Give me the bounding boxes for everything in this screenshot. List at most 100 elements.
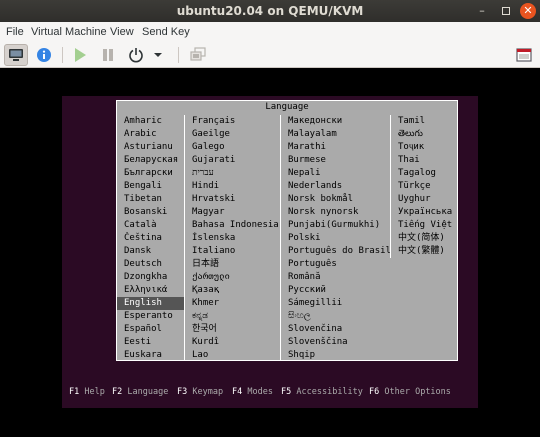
fullscreen-button[interactable] — [512, 44, 536, 66]
language-option[interactable]: Norsk nynorsk — [281, 206, 390, 219]
language-option[interactable]: Norsk bokmål — [281, 193, 390, 206]
language-option[interactable]: Magyar — [185, 206, 280, 219]
language-option[interactable]: Tibetan — [117, 193, 184, 206]
snapshot-button[interactable] — [186, 44, 210, 66]
language-option[interactable]: Bosanski — [117, 206, 184, 219]
language-option[interactable]: Türkçe — [391, 180, 457, 193]
language-option[interactable]: Беларуская — [117, 154, 184, 167]
language-option[interactable]: Nederlands — [281, 180, 390, 193]
language-option[interactable]: Nepali — [281, 167, 390, 180]
fkey-modes[interactable]: F4 Modes — [232, 385, 273, 399]
language-option[interactable]: తెలుగు — [391, 128, 457, 141]
language-option[interactable]: Hrvatski — [185, 193, 280, 206]
language-option[interactable]: Hindi — [185, 180, 280, 193]
language-option[interactable]: Български — [117, 167, 184, 180]
language-option[interactable]: Gaeilge — [185, 128, 280, 141]
language-option[interactable]: Français — [185, 115, 280, 128]
language-option[interactable]: Bahasa Indonesia — [185, 219, 280, 232]
pause-button[interactable] — [96, 44, 120, 66]
language-option[interactable]: Deutsch — [117, 258, 184, 271]
minimize-button[interactable]: – — [474, 3, 490, 19]
fkey-language[interactable]: F2 Language — [112, 385, 168, 399]
monitor-icon — [9, 49, 23, 61]
language-option[interactable]: Euskara — [117, 349, 184, 360]
run-button[interactable] — [68, 44, 92, 66]
fkey-accessibility[interactable]: F5 Accessibility — [281, 385, 363, 399]
language-option[interactable]: Khmer — [185, 297, 280, 310]
maximize-button[interactable] — [498, 3, 514, 19]
language-option[interactable]: 한국어 — [185, 323, 280, 336]
language-option[interactable]: Burmese — [281, 154, 390, 167]
language-option[interactable]: Gujarati — [185, 154, 280, 167]
language-option[interactable]: Тоҷик — [391, 141, 457, 154]
power-icon — [129, 48, 143, 63]
language-option[interactable]: Українська — [391, 206, 457, 219]
language-option[interactable]: Polski — [281, 232, 390, 245]
language-option[interactable]: Malayalam — [281, 128, 390, 141]
language-option[interactable]: Português — [281, 258, 390, 271]
language-option[interactable]: Punjabi(Gurmukhi) — [281, 219, 390, 232]
details-button[interactable] — [32, 44, 56, 66]
language-option[interactable]: Қазақ — [185, 284, 280, 297]
language-option[interactable]: Amharic — [117, 115, 184, 128]
language-option[interactable]: Русский — [281, 284, 390, 297]
language-option[interactable]: Shqip — [281, 349, 390, 360]
language-option[interactable]: Íslenska — [185, 232, 280, 245]
language-option[interactable]: Galego — [185, 141, 280, 154]
language-option[interactable]: Bengali — [117, 180, 184, 193]
language-option[interactable]: Marathi — [281, 141, 390, 154]
window-titlebar[interactable]: ubuntu20.04 on QEMU/KVM – ✕ — [0, 0, 540, 22]
language-option[interactable]: Ελληνικά — [117, 284, 184, 297]
dropdown-arrow-icon — [154, 53, 162, 57]
language-option[interactable]: Čeština — [117, 232, 184, 245]
language-option[interactable]: Slovenčina — [281, 323, 390, 336]
language-option[interactable]: Kurdî — [185, 336, 280, 349]
language-option[interactable]: සිංහල — [281, 310, 390, 323]
vm-display[interactable]: Language Amharic Arabic Asturianu Беларуска… — [0, 68, 540, 437]
language-option[interactable]: Español — [117, 323, 184, 336]
fkey-keymap[interactable]: F3 Keymap — [177, 385, 223, 399]
fkey-other-options[interactable]: F6 Other Options — [369, 385, 451, 399]
shutdown-menu-button[interactable] — [150, 44, 166, 66]
console-view-button[interactable] — [4, 44, 28, 66]
language-option[interactable]: Tamil — [391, 115, 457, 128]
info-icon — [37, 48, 51, 62]
language-option[interactable]: Lao — [185, 349, 280, 360]
toolbar-separator — [62, 47, 63, 63]
fkey-help[interactable]: F1 Help — [69, 385, 105, 399]
menu-send-key[interactable]: Send Key — [142, 26, 190, 38]
language-option[interactable]: Македонски — [281, 115, 390, 128]
language-option[interactable]: Dansk — [117, 245, 184, 258]
language-option[interactable]: 中文(繁體) — [391, 245, 457, 258]
language-option[interactable]: 中文(简体) — [391, 232, 457, 245]
language-option[interactable]: 日本語 — [185, 258, 280, 271]
language-option[interactable]: עברית — [185, 167, 280, 180]
language-option[interactable]: Eesti — [117, 336, 184, 349]
language-option[interactable]: English — [117, 297, 184, 310]
menu-virtual-machine[interactable]: Virtual Machine — [31, 26, 107, 38]
language-option[interactable]: ಕನ್ನಡ — [185, 310, 280, 323]
menu-file[interactable]: File — [6, 26, 24, 38]
close-button[interactable]: ✕ — [520, 3, 536, 19]
shutdown-button[interactable] — [124, 44, 148, 66]
language-option[interactable]: Català — [117, 219, 184, 232]
language-option[interactable]: Română — [281, 271, 390, 284]
language-dialog: Language Amharic Arabic Asturianu Беларуска… — [116, 100, 458, 361]
language-option[interactable]: Slovenščina — [281, 336, 390, 349]
language-dialog-title: Language — [265, 102, 309, 112]
language-option[interactable]: Asturianu — [117, 141, 184, 154]
menu-view[interactable]: View — [110, 26, 134, 38]
toolbar — [0, 42, 540, 68]
language-option[interactable]: Tiếng Việt — [391, 219, 457, 232]
language-option[interactable]: Italiano — [185, 245, 280, 258]
language-option[interactable]: Thai — [391, 154, 457, 167]
language-column-4: Tamil తెలుగు Тоҷик Thai Tagalog Türkçe Uyghur У… — [391, 115, 457, 258]
language-option[interactable]: Português do Brasil — [281, 245, 390, 258]
language-option[interactable]: Uyghur — [391, 193, 457, 206]
language-option[interactable]: Dzongkha — [117, 271, 184, 284]
language-option[interactable]: Sámegillii — [281, 297, 390, 310]
language-option[interactable]: Esperanto — [117, 310, 184, 323]
language-option[interactable]: ქართული — [185, 271, 280, 284]
language-option[interactable]: Tagalog — [391, 167, 457, 180]
language-option[interactable]: Arabic — [117, 128, 184, 141]
